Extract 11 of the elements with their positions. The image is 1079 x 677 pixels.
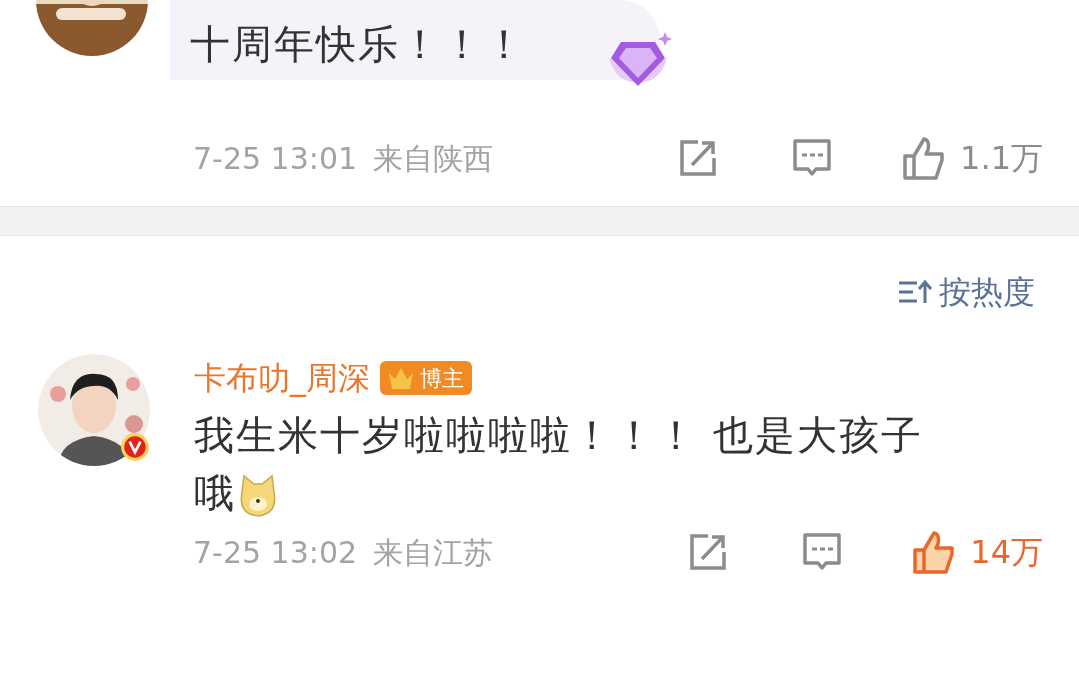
comment-location: 来自江苏: [373, 533, 494, 572]
comment-time: 7-25 13:01: [193, 139, 358, 178]
comment-text: 十周年快乐！！！: [190, 20, 526, 69]
comment-time: 7-25 13:02: [193, 533, 358, 572]
comment-location: 来自陕西: [373, 139, 494, 178]
like-button[interactable]: 14万: [912, 528, 1043, 576]
sort-button[interactable]: 按热度: [897, 268, 1035, 316]
blogger-tag: 博主: [380, 361, 472, 395]
comment-text: 我生米十岁啦啦啦啦！！！ 也是大孩子哦: [194, 411, 924, 520]
like-button[interactable]: 1.1万: [902, 134, 1043, 182]
user-name[interactable]: 卡布叻_周深: [194, 354, 370, 402]
